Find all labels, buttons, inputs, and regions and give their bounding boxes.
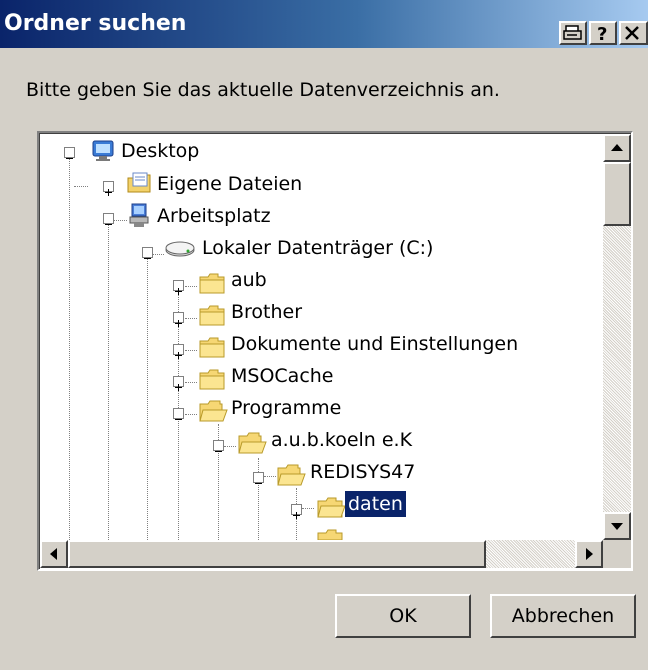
drive-icon [165, 241, 195, 257]
tree-line [108, 218, 109, 562]
collapse-toggle[interactable] [142, 247, 153, 259]
folder-icon [199, 369, 225, 390]
ok-button[interactable]: OK [335, 594, 471, 638]
tree-item-label[interactable]: Dokumente und Einstellungen [228, 331, 521, 357]
scroll-thumb-vertical[interactable] [603, 162, 631, 226]
tree-item-selected-label[interactable]: daten [345, 491, 406, 517]
scroll-right-button[interactable] [575, 540, 603, 568]
collapse-toggle[interactable] [64, 147, 75, 159]
desktop-icon [92, 140, 114, 161]
tree-item-label[interactable]: aub [228, 267, 270, 293]
open-folder-icon [277, 464, 306, 486]
expand-toggle[interactable] [173, 376, 184, 391]
my-computer-icon [129, 203, 149, 227]
scroll-down-button[interactable] [603, 512, 631, 540]
folder-icon [199, 273, 225, 294]
tree-line [185, 350, 197, 351]
help-button[interactable]: ? [589, 21, 617, 45]
arrow-down-icon [611, 523, 623, 530]
tree-line [185, 318, 197, 319]
tree-item-label[interactable]: Brother [228, 299, 305, 325]
expand-toggle[interactable] [173, 344, 184, 359]
folder-icon [317, 529, 343, 540]
tree-item-label[interactable]: REDISYS47 [307, 459, 418, 485]
folder-tree[interactable]: Desktop Eigene Dateien Arbeitsplatz Loka… [37, 131, 633, 571]
tree-item-label[interactable]: Arbeitsplatz [154, 203, 274, 229]
vertical-scrollbar[interactable] [603, 134, 631, 540]
scroll-thumb-horizontal[interactable] [68, 540, 486, 568]
tree-line [185, 414, 197, 415]
tree-item-label[interactable]: a.u.b.koeln e.K [268, 427, 415, 453]
help-icon: ? [597, 24, 607, 43]
scrollbar-corner [603, 540, 631, 568]
tree-item-label[interactable]: Programme [228, 395, 344, 421]
close-icon [625, 26, 639, 40]
open-folder-icon [238, 432, 267, 454]
expand-toggle[interactable] [103, 181, 114, 196]
expand-toggle[interactable] [173, 280, 184, 295]
folder-icon [199, 337, 225, 358]
tree-line [224, 446, 236, 447]
tree-line [152, 254, 164, 255]
tree-item-label[interactable]: Desktop [118, 138, 202, 164]
folder-icon [199, 305, 225, 326]
expand-toggle[interactable] [173, 312, 184, 327]
scroll-up-button[interactable] [603, 134, 631, 162]
tree-line [185, 382, 197, 383]
tree-line [69, 152, 70, 562]
my-documents-icon [127, 172, 151, 193]
scroll-left-button[interactable] [40, 540, 68, 568]
arrow-left-icon [50, 548, 57, 560]
window-title: Ordner suchen [4, 11, 187, 36]
browse-folder-dialog: Ordner suchen ? Bitte geben Sie das aktu… [0, 0, 648, 670]
close-button[interactable] [619, 21, 648, 45]
collapse-toggle[interactable] [253, 472, 264, 484]
collapse-toggle[interactable] [173, 408, 184, 420]
tree-line [74, 186, 88, 187]
tree-item-label[interactable]: Lokaler Datenträger (C:) [199, 235, 436, 261]
instruction-text: Bitte geben Sie das aktuelle Datenverzei… [26, 79, 500, 101]
collapse-toggle[interactable] [103, 213, 114, 225]
tree-item-label[interactable]: MSOCache [228, 363, 337, 389]
tree-line [264, 476, 276, 477]
tree-line [113, 220, 127, 221]
expand-toggle[interactable] [291, 504, 302, 519]
tree-line [302, 508, 314, 509]
svg-text:?: ? [597, 24, 607, 43]
print-button[interactable] [559, 21, 587, 45]
title-bar[interactable]: Ordner suchen ? [0, 0, 648, 48]
horizontal-scrollbar[interactable] [40, 540, 603, 568]
tree-item-label[interactable]: Eigene Dateien [154, 171, 305, 197]
folder-icon [317, 497, 346, 518]
tree-line [185, 286, 197, 287]
tree-line [147, 250, 148, 562]
cancel-button[interactable]: Abbrechen [490, 594, 636, 638]
printer-icon [563, 25, 582, 40]
open-folder-icon [199, 400, 228, 422]
collapse-toggle[interactable] [213, 440, 224, 452]
arrow-right-icon [586, 548, 593, 560]
arrow-up-icon [611, 144, 623, 151]
